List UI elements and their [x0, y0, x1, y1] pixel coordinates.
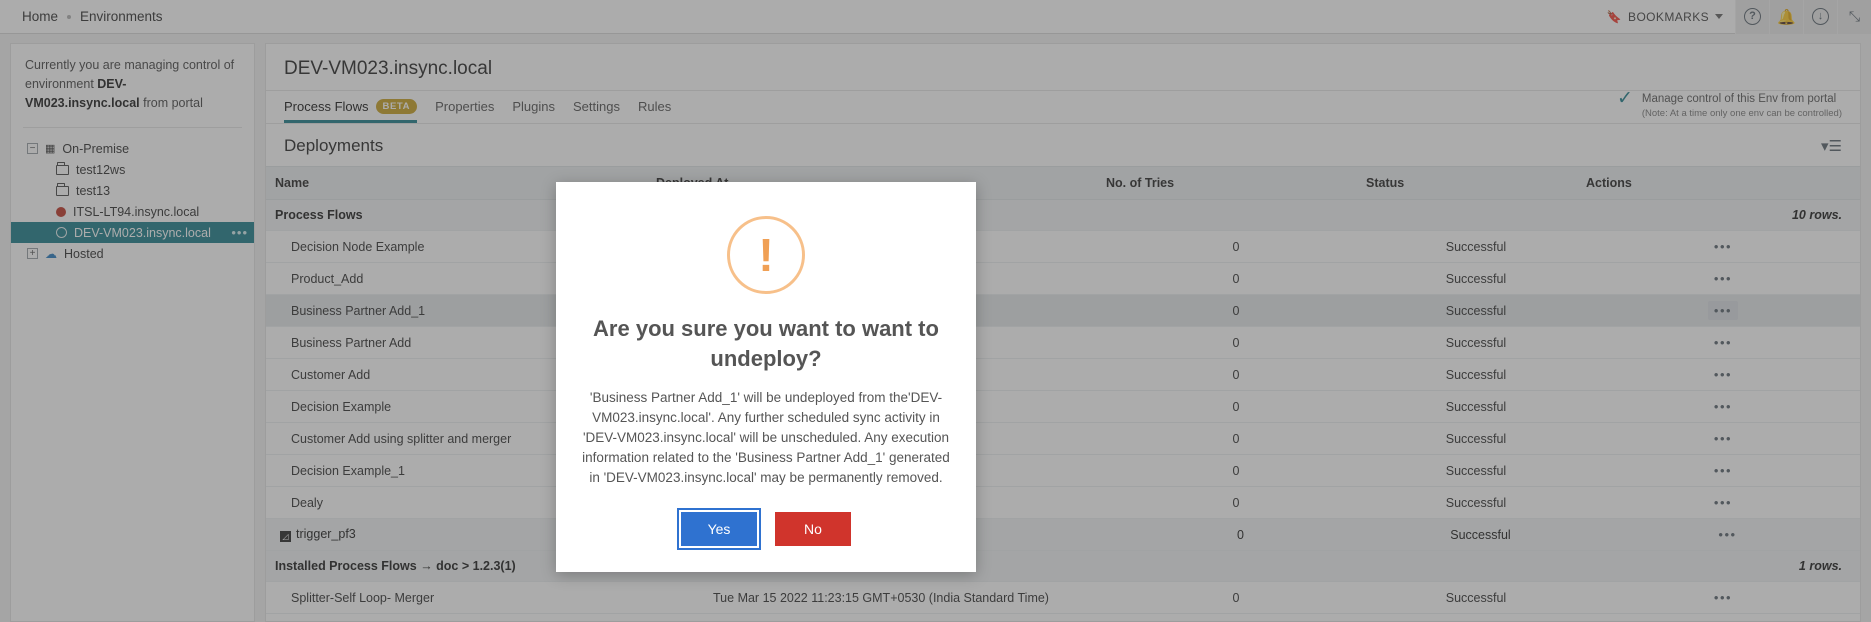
- app-root: Home Environments 🔖 BOOKMARKS ? 🔔 ↓ ⤡: [0, 0, 1871, 622]
- warning-icon: !: [727, 216, 805, 294]
- dialog-body: 'Business Partner Add_1' will be undeplo…: [582, 388, 950, 488]
- undeploy-confirm-dialog: ! Are you sure you want to want to undep…: [556, 182, 976, 572]
- dialog-buttons: Yes No: [582, 512, 950, 546]
- dialog-title: Are you sure you want to want to undeplo…: [582, 314, 950, 374]
- no-button[interactable]: No: [775, 512, 851, 546]
- yes-button[interactable]: Yes: [681, 512, 757, 546]
